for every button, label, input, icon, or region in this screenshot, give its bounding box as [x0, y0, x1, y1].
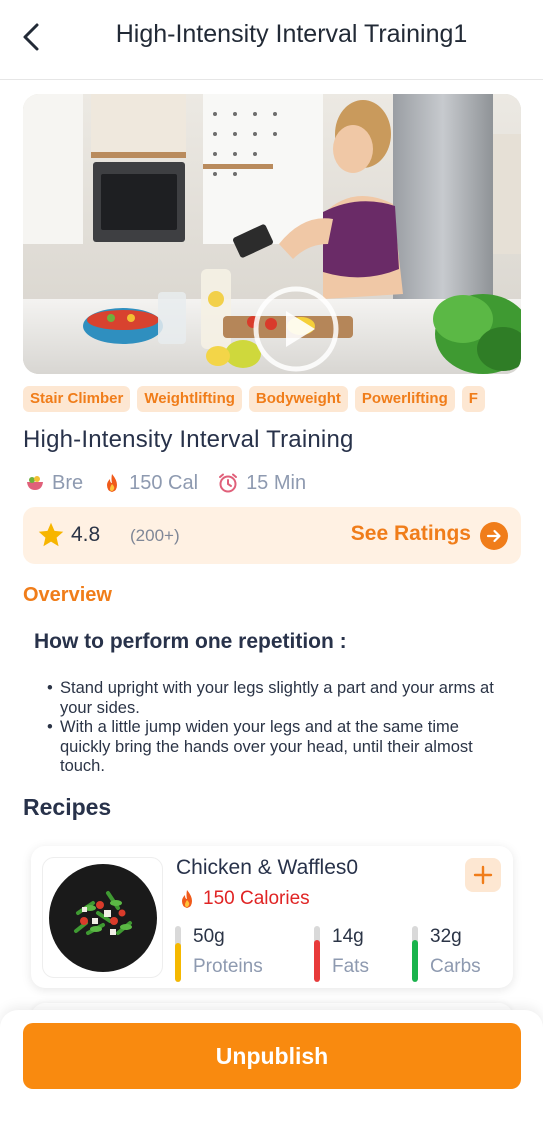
- tag-chip[interactable]: Weightlifting: [137, 386, 242, 412]
- fire-icon: [107, 474, 118, 492]
- bottom-action-bar: Unpublish: [0, 1010, 543, 1125]
- add-recipe-button[interactable]: [465, 858, 501, 892]
- recipe-image: [42, 857, 163, 978]
- macro-value: 50g: [193, 926, 225, 947]
- recipe-card[interactable]: Chicken & Waffles0 150 Calories 50g Prot…: [31, 846, 513, 988]
- macro-bar-fill: [412, 940, 418, 982]
- fire-icon: [182, 890, 192, 908]
- rating-bar: 4.8 (200+) See Ratings: [23, 507, 521, 564]
- bowl-icon: [27, 476, 43, 490]
- instruction-step: With a little jump widen your legs and a…: [47, 718, 507, 777]
- rating-count: (200+): [130, 526, 180, 545]
- see-ratings-arrow-button[interactable]: [480, 522, 508, 550]
- macro-bar: [175, 926, 181, 982]
- instruction-step: Stand upright with your legs slightly a …: [47, 679, 507, 718]
- alarm-clock-icon: [219, 473, 238, 493]
- rating-value: 4.8: [71, 523, 101, 546]
- macro-bar-fill: [175, 942, 181, 982]
- duration-label: 15 Min: [246, 471, 307, 494]
- calories-label: 150 Cal: [129, 471, 199, 494]
- calories-info: 150 Cal: [103, 472, 198, 495]
- instructions-list: Stand upright with your legs slightly a …: [47, 679, 507, 777]
- meal-type-label: Bre: [52, 471, 84, 494]
- arrow-right-icon: [486, 529, 501, 543]
- macro-value: 14g: [332, 926, 364, 947]
- macro-label: Carbs: [430, 956, 481, 977]
- unpublish-button[interactable]: Unpublish: [23, 1023, 521, 1089]
- tag-chip[interactable]: Stair Climber: [23, 386, 131, 412]
- meal-type: Bre: [26, 472, 83, 495]
- macro-label: Proteins: [193, 956, 263, 977]
- macro-bar: [412, 926, 418, 982]
- workout-title: High-Intensity Interval Training: [23, 426, 354, 453]
- workout-video-thumbnail[interactable]: [23, 94, 521, 374]
- recipe-calories-label: 150 Calories: [203, 888, 310, 909]
- tag-chip[interactable]: F: [461, 386, 485, 412]
- salad-plate-image: [48, 863, 157, 972]
- workout-tags: Stair Climber Weightlifting Bodyweight Powe…: [23, 386, 521, 412]
- recipe-name: Chicken & Waffles0: [176, 856, 359, 879]
- see-ratings-link[interactable]: See Ratings: [351, 522, 471, 546]
- plus-icon: [473, 865, 493, 885]
- star-icon: [38, 522, 64, 547]
- duration-info: 15 Min: [218, 472, 306, 495]
- macro-label: Fats: [332, 956, 369, 977]
- macro-value: 32g: [430, 926, 462, 947]
- back-button[interactable]: [14, 18, 48, 56]
- play-icon[interactable]: [251, 284, 341, 374]
- page-title: High-Intensity Interval Training1: [115, 20, 468, 48]
- recipes-heading: Recipes: [23, 794, 112, 820]
- recipe-calories: 150 Calories: [178, 888, 310, 910]
- macro-bar-fill: [314, 940, 320, 982]
- tab-overview[interactable]: Overview: [23, 584, 112, 607]
- workout-meta: Bre 150 Cal 15 Min: [26, 470, 326, 496]
- macro-bar: [314, 926, 320, 982]
- top-app-bar: High-Intensity Interval Training1: [0, 0, 543, 80]
- instructions-heading: How to perform one repetition :: [34, 630, 347, 653]
- tag-chip[interactable]: Bodyweight: [248, 386, 348, 412]
- chevron-left-icon: [23, 23, 39, 51]
- tag-chip[interactable]: Powerlifting: [354, 386, 455, 412]
